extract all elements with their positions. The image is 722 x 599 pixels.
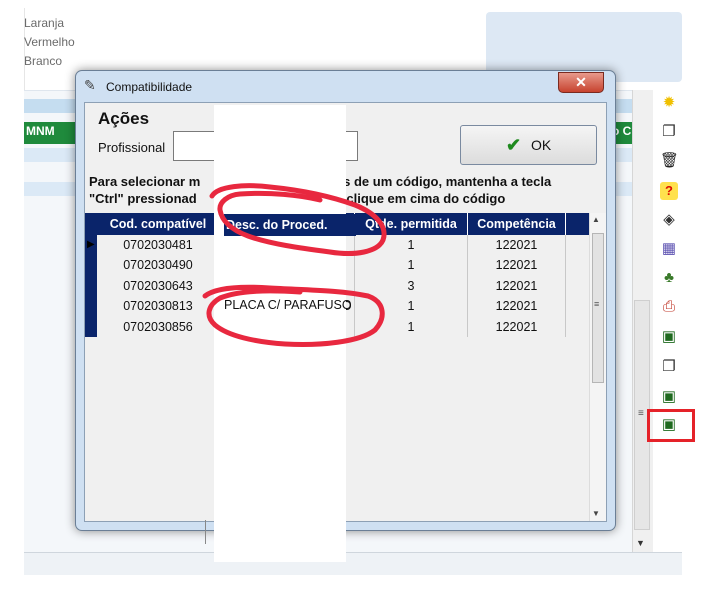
- annotation-layer: [202, 183, 387, 347]
- annotation-scribble-row: [202, 284, 385, 347]
- annotation-scribble-header: [209, 183, 387, 256]
